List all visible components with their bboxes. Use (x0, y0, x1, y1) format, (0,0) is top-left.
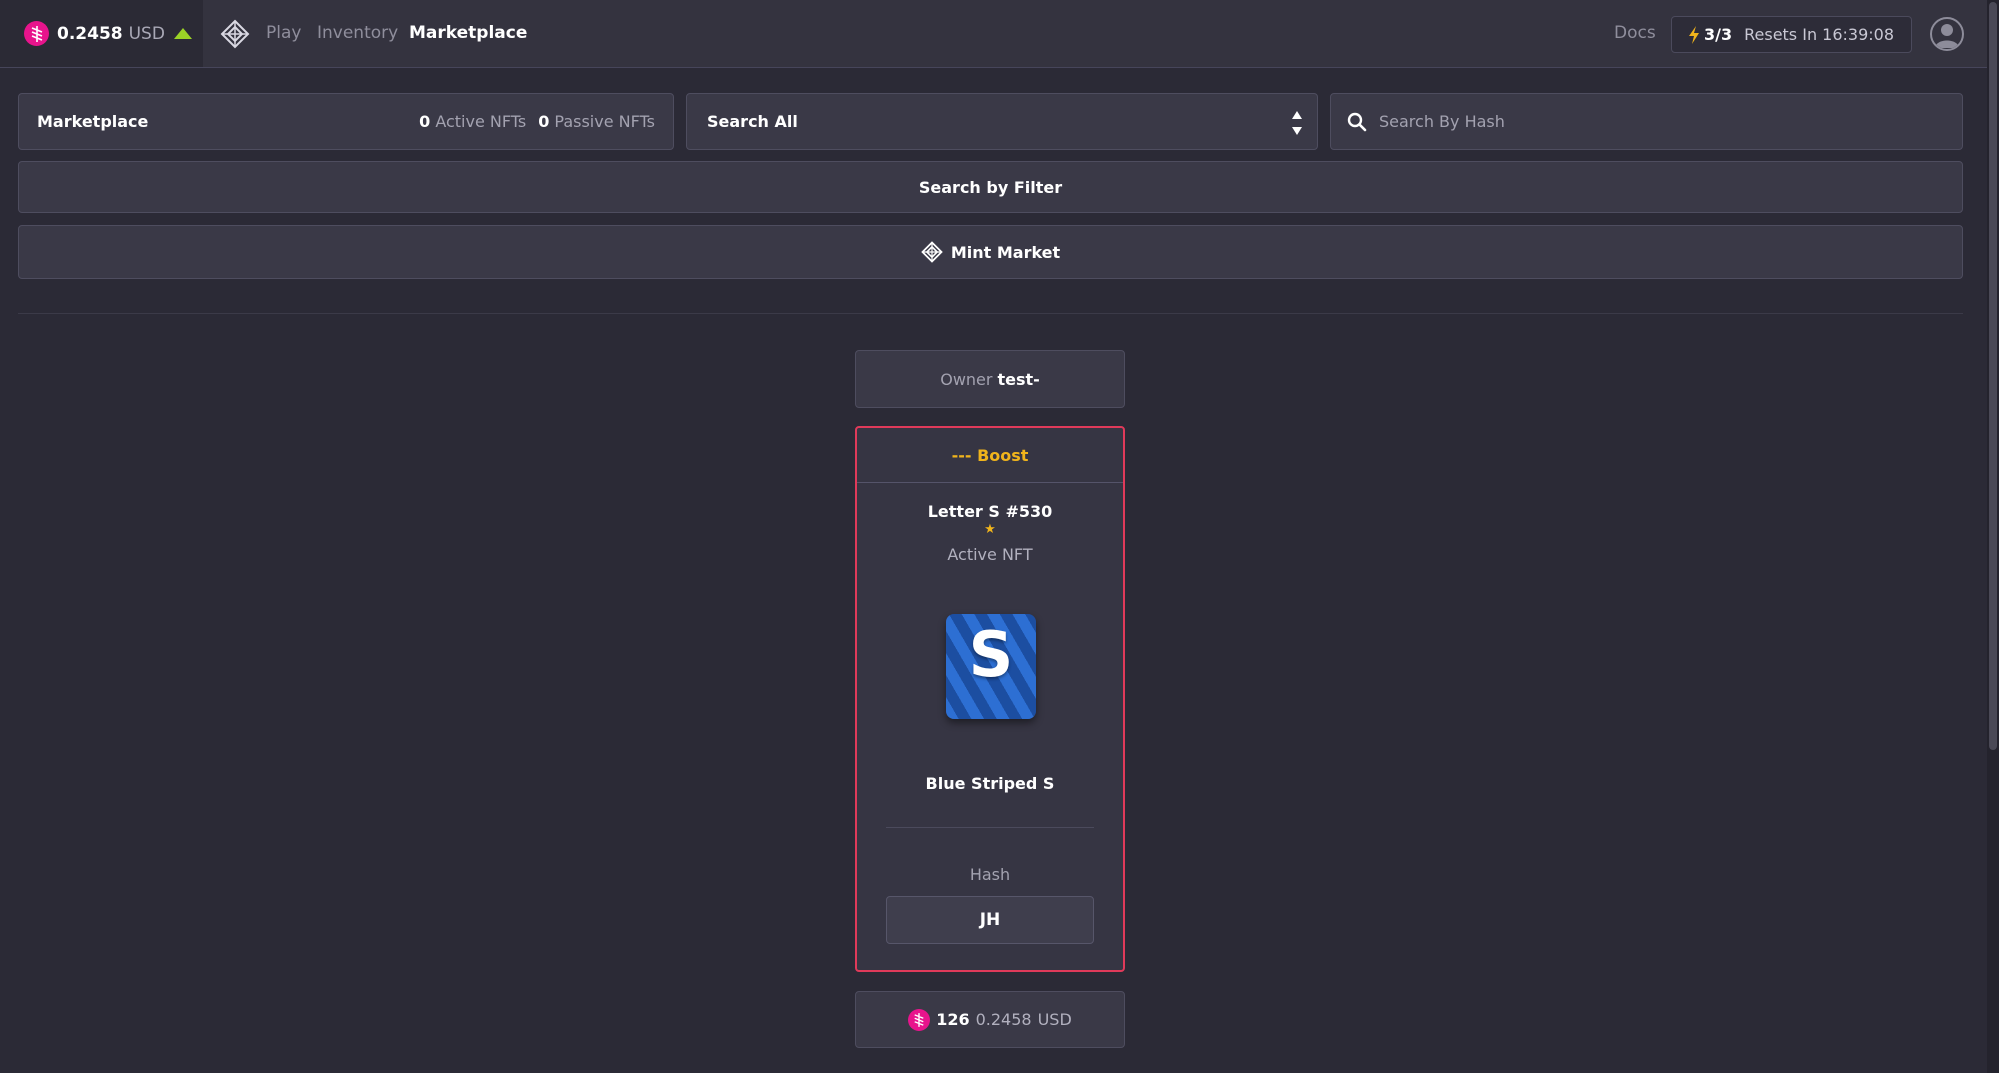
nft-image-letter: S (968, 618, 1014, 691)
token-price-unit: USD (128, 23, 165, 44)
section-divider (18, 313, 1963, 314)
energy-reset-timer: Resets In 16:39:08 (1744, 25, 1895, 44)
hash-value: JH (886, 896, 1094, 944)
marketplace-title: Marketplace (37, 112, 149, 131)
mint-market-button[interactable]: Mint Market (18, 225, 1963, 279)
marketplace-summary: Marketplace 0 Active NFTs 0 Passive NFTs (18, 93, 674, 150)
owner-value: test- (997, 369, 1040, 389)
arrow-up-icon (173, 28, 192, 39)
nav-inventory[interactable]: Inventory (317, 23, 398, 43)
hash-label: Hash (969, 865, 1011, 884)
buy-price-button[interactable]: 126 0.2458 USD (855, 991, 1125, 1048)
nft-title: Blue Striped S (925, 774, 1055, 793)
docs-link[interactable]: Docs (1614, 23, 1656, 43)
token-coin-icon (908, 1008, 931, 1031)
hash-search-box (1330, 93, 1963, 150)
user-avatar-icon[interactable] (1930, 17, 1964, 51)
rarity-star-icon: ★ (984, 522, 996, 537)
passive-nft-label: Passive NFTs (554, 112, 655, 131)
top-bar: 0.2458 USD Play Inventory Marketplace Do… (0, 0, 1987, 68)
nft-image: S (946, 614, 1036, 719)
search-category-select[interactable]: Search All (686, 93, 1318, 150)
token-price: 0.2458 (57, 23, 123, 44)
mint-market-label: Mint Market (950, 242, 1061, 262)
search-icon (1347, 112, 1367, 131)
active-nft-count: 0 (419, 112, 431, 131)
boost-label: --- Boost (951, 445, 1029, 465)
price-usd: 0.2458 (975, 1010, 1032, 1029)
token-coin-icon (24, 21, 49, 46)
search-by-filter-button[interactable]: Search by Filter (18, 161, 1963, 213)
active-nft-label: Active NFTs (435, 112, 527, 131)
page-scrollbar[interactable] (1987, 0, 1999, 1073)
nft-name: Letter S #530 (927, 502, 1053, 521)
diamond-logo-icon[interactable] (220, 19, 250, 49)
nav-marketplace[interactable]: Marketplace (409, 23, 527, 43)
owner-info: Owner test- (855, 350, 1125, 408)
hash-value-text: JH (979, 910, 1001, 930)
sort-arrows-icon (1292, 111, 1302, 135)
nav-play[interactable]: Play (266, 23, 301, 43)
search-by-filter-label: Search by Filter (918, 177, 1063, 197)
energy-status: 3/3 Resets In 16:39:08 (1671, 16, 1912, 53)
boost-header: --- Boost (857, 428, 1123, 483)
passive-nft-count: 0 (538, 112, 550, 131)
scrollbar-thumb[interactable] (1989, 2, 1997, 750)
hash-search-input[interactable] (1377, 111, 1937, 132)
nft-type: Active NFT (947, 545, 1033, 564)
nft-card[interactable]: --- Boost Letter S #530 ★ Active NFT S B… (855, 426, 1125, 972)
owner-label: Owner (940, 369, 993, 389)
search-category-value: Search All (707, 112, 798, 131)
price-unit: USD (1037, 1010, 1072, 1029)
token-price-block: 0.2458 USD (0, 0, 203, 67)
energy-count: 3/3 (1704, 25, 1733, 44)
diamond-logo-icon (921, 241, 943, 263)
card-divider (886, 827, 1094, 828)
price-amount: 126 (936, 1010, 970, 1029)
lightning-icon (1689, 25, 1699, 44)
